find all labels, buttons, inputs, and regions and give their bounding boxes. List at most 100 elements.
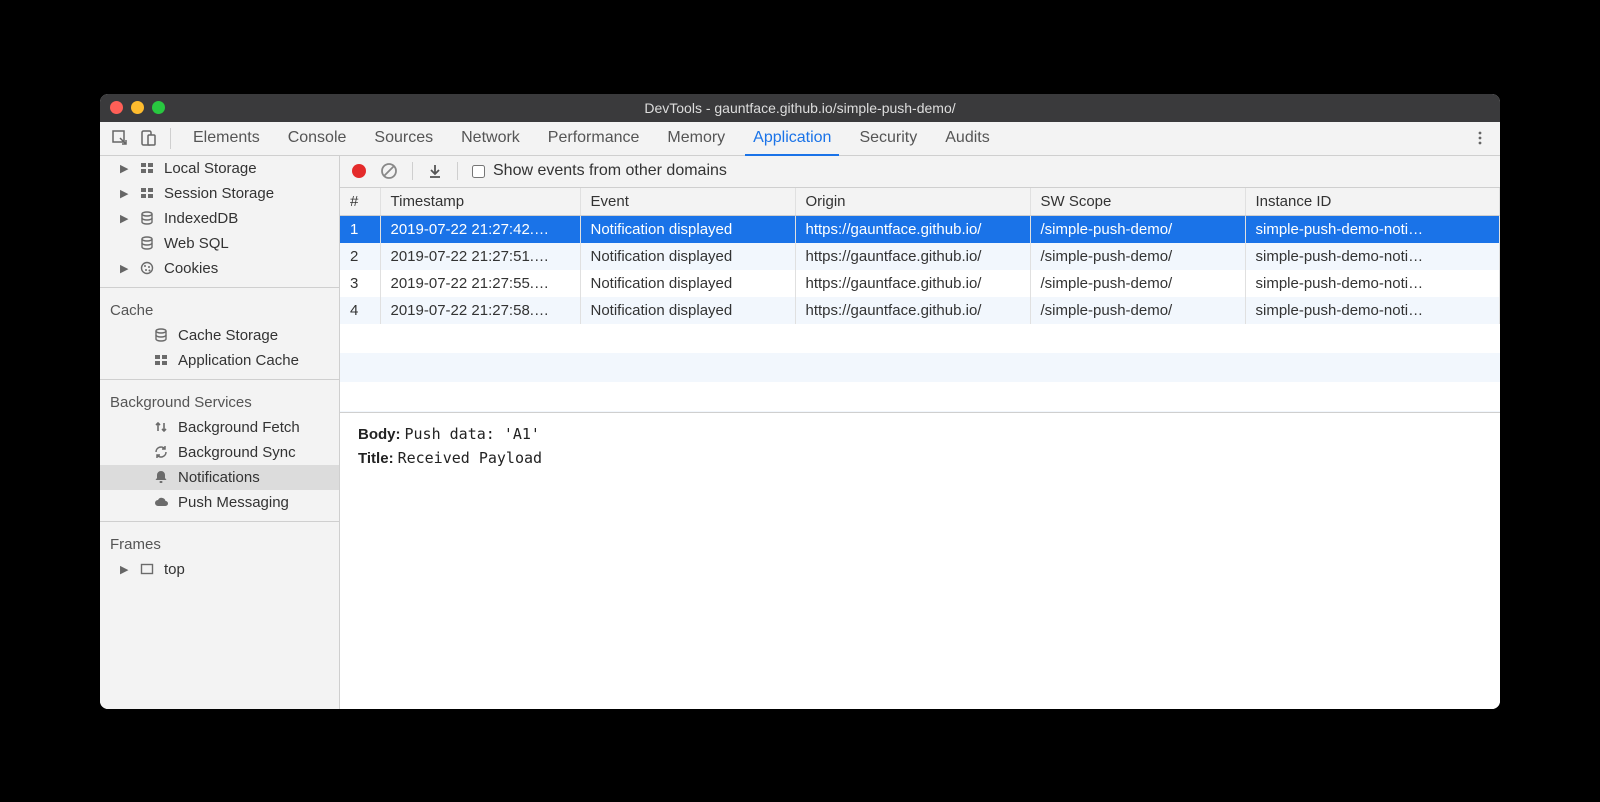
event-details: Body:Push data: 'A1' Title:Received Payl… bbox=[340, 413, 1500, 485]
device-toggle-icon[interactable] bbox=[134, 122, 162, 155]
table-row[interactable]: 42019-07-22 21:27:58.…Notification displ… bbox=[340, 297, 1500, 324]
cell-sw: /simple-push-demo/ bbox=[1030, 243, 1245, 270]
titlebar: DevTools - gauntface.github.io/simple-pu… bbox=[100, 94, 1500, 122]
cell-n: 2 bbox=[340, 243, 380, 270]
grid-icon bbox=[152, 352, 170, 368]
sidebar-item-top[interactable]: ▶ top bbox=[100, 557, 339, 582]
clear-icon[interactable] bbox=[380, 162, 398, 180]
devtools-window: DevTools - gauntface.github.io/simple-pu… bbox=[100, 94, 1500, 709]
main-panel: Show events from other domains #Timestam… bbox=[340, 156, 1500, 709]
grid-icon bbox=[138, 160, 156, 176]
application-sidebar: ▶ Local Storage ▶ Session Storage ▶IndexedDB… bbox=[100, 156, 340, 709]
details-title-label: Title: bbox=[358, 450, 394, 467]
sidebar-item-background-sync[interactable]: Background Sync bbox=[100, 440, 339, 465]
cell-or: https://gauntface.github.io/ bbox=[795, 243, 1030, 270]
sidebar-item-label: Cookies bbox=[164, 260, 218, 277]
tab-sources[interactable]: Sources bbox=[360, 122, 447, 155]
cell-ev: Notification displayed bbox=[580, 243, 795, 270]
maximize-icon[interactable] bbox=[152, 101, 165, 114]
sidebar-item-application-cache[interactable]: Application Cache bbox=[100, 348, 339, 373]
close-icon[interactable] bbox=[110, 101, 123, 114]
inspect-icon[interactable] bbox=[106, 122, 134, 155]
frame-icon bbox=[138, 561, 156, 577]
cell-sw: /simple-push-demo/ bbox=[1030, 297, 1245, 324]
details-body-value: Push data: 'A1' bbox=[405, 425, 540, 443]
sidebar-item-session-storage[interactable]: ▶ Session Storage bbox=[100, 181, 339, 206]
cell-ev: Notification displayed bbox=[580, 270, 795, 297]
sidebar-item-label: Cache Storage bbox=[178, 327, 278, 344]
sidebar-item-web-sql[interactable]: Web SQL bbox=[100, 231, 339, 256]
tab-network[interactable]: Network bbox=[447, 122, 534, 155]
sidebar-item-label: Local Storage bbox=[164, 160, 257, 177]
cell-id: simple-push-demo-noti… bbox=[1245, 297, 1500, 324]
expand-icon[interactable]: ▶ bbox=[120, 162, 130, 175]
table-row[interactable]: 22019-07-22 21:27:51.…Notification displ… bbox=[340, 243, 1500, 270]
tab-performance[interactable]: Performance bbox=[534, 122, 654, 155]
cell-sw: /simple-push-demo/ bbox=[1030, 270, 1245, 297]
cell-n: 1 bbox=[340, 215, 380, 243]
details-body-label: Body: bbox=[358, 426, 401, 443]
tab-console[interactable]: Console bbox=[274, 122, 361, 155]
tab-security[interactable]: Security bbox=[845, 122, 931, 155]
cell-ev: Notification displayed bbox=[580, 215, 795, 243]
show-other-domains-checkbox[interactable] bbox=[472, 165, 485, 178]
grid-icon bbox=[138, 185, 156, 201]
cookie-icon bbox=[138, 260, 156, 276]
kebab-menu-icon[interactable] bbox=[1466, 122, 1494, 155]
frames-group-label: Frames bbox=[100, 528, 339, 557]
cell-ev: Notification displayed bbox=[580, 297, 795, 324]
sidebar-item-label: Session Storage bbox=[164, 185, 274, 202]
table-row[interactable]: 32019-07-22 21:27:55.…Notification displ… bbox=[340, 270, 1500, 297]
column-header[interactable]: Instance ID bbox=[1245, 188, 1500, 216]
sidebar-item-push-messaging[interactable]: Push Messaging bbox=[100, 490, 339, 515]
sidebar-item-label: Background Fetch bbox=[178, 419, 300, 436]
show-other-domains-toggle[interactable]: Show events from other domains bbox=[472, 162, 727, 180]
panel-tabbar: ElementsConsoleSourcesNetworkPerformance… bbox=[100, 122, 1500, 156]
cell-or: https://gauntface.github.io/ bbox=[795, 297, 1030, 324]
column-header[interactable]: SW Scope bbox=[1030, 188, 1245, 216]
db-icon bbox=[138, 235, 156, 251]
cell-or: https://gauntface.github.io/ bbox=[795, 270, 1030, 297]
tab-memory[interactable]: Memory bbox=[653, 122, 739, 155]
sidebar-item-label: Push Messaging bbox=[178, 494, 289, 511]
db-icon bbox=[152, 327, 170, 343]
traffic-lights bbox=[110, 101, 165, 114]
sidebar-item-indexeddb[interactable]: ▶IndexedDB bbox=[100, 206, 339, 231]
sidebar-item-label: Background Sync bbox=[178, 444, 296, 461]
events-table: #TimestampEventOriginSW ScopeInstance ID… bbox=[340, 188, 1500, 413]
sidebar-item-notifications[interactable]: Notifications bbox=[100, 465, 339, 490]
tab-elements[interactable]: Elements bbox=[179, 122, 274, 155]
table-row[interactable]: 12019-07-22 21:27:42.…Notification displ… bbox=[340, 215, 1500, 243]
events-toolbar: Show events from other domains bbox=[340, 156, 1500, 188]
details-title-value: Received Payload bbox=[398, 449, 543, 467]
sidebar-item-cookies[interactable]: ▶ Cookies bbox=[100, 256, 339, 281]
expand-icon[interactable]: ▶ bbox=[120, 212, 130, 225]
sidebar-item-local-storage[interactable]: ▶ Local Storage bbox=[100, 156, 339, 181]
cell-ts: 2019-07-22 21:27:42.… bbox=[380, 215, 580, 243]
expand-icon[interactable]: ▶ bbox=[120, 563, 130, 576]
db-icon bbox=[138, 210, 156, 226]
expand-icon[interactable]: ▶ bbox=[120, 187, 130, 200]
cache-group-label: Cache bbox=[100, 294, 339, 323]
column-header[interactable]: Timestamp bbox=[380, 188, 580, 216]
column-header[interactable]: # bbox=[340, 188, 380, 216]
cell-id: simple-push-demo-noti… bbox=[1245, 243, 1500, 270]
tab-application[interactable]: Application bbox=[739, 122, 845, 155]
column-header[interactable]: Origin bbox=[795, 188, 1030, 216]
save-icon[interactable] bbox=[427, 163, 443, 179]
tab-audits[interactable]: Audits bbox=[931, 122, 1003, 155]
column-header[interactable]: Event bbox=[580, 188, 795, 216]
cell-ts: 2019-07-22 21:27:58.… bbox=[380, 297, 580, 324]
record-icon[interactable] bbox=[352, 164, 366, 178]
minimize-icon[interactable] bbox=[131, 101, 144, 114]
cell-n: 3 bbox=[340, 270, 380, 297]
bell-icon bbox=[152, 469, 170, 485]
expand-icon[interactable]: ▶ bbox=[120, 262, 130, 275]
cell-ts: 2019-07-22 21:27:51.… bbox=[380, 243, 580, 270]
updown-icon bbox=[152, 419, 170, 435]
sidebar-item-label: Web SQL bbox=[164, 235, 229, 252]
sidebar-item-label: top bbox=[164, 561, 185, 578]
sidebar-item-cache-storage[interactable]: Cache Storage bbox=[100, 323, 339, 348]
sidebar-item-background-fetch[interactable]: Background Fetch bbox=[100, 415, 339, 440]
cell-id: simple-push-demo-noti… bbox=[1245, 270, 1500, 297]
